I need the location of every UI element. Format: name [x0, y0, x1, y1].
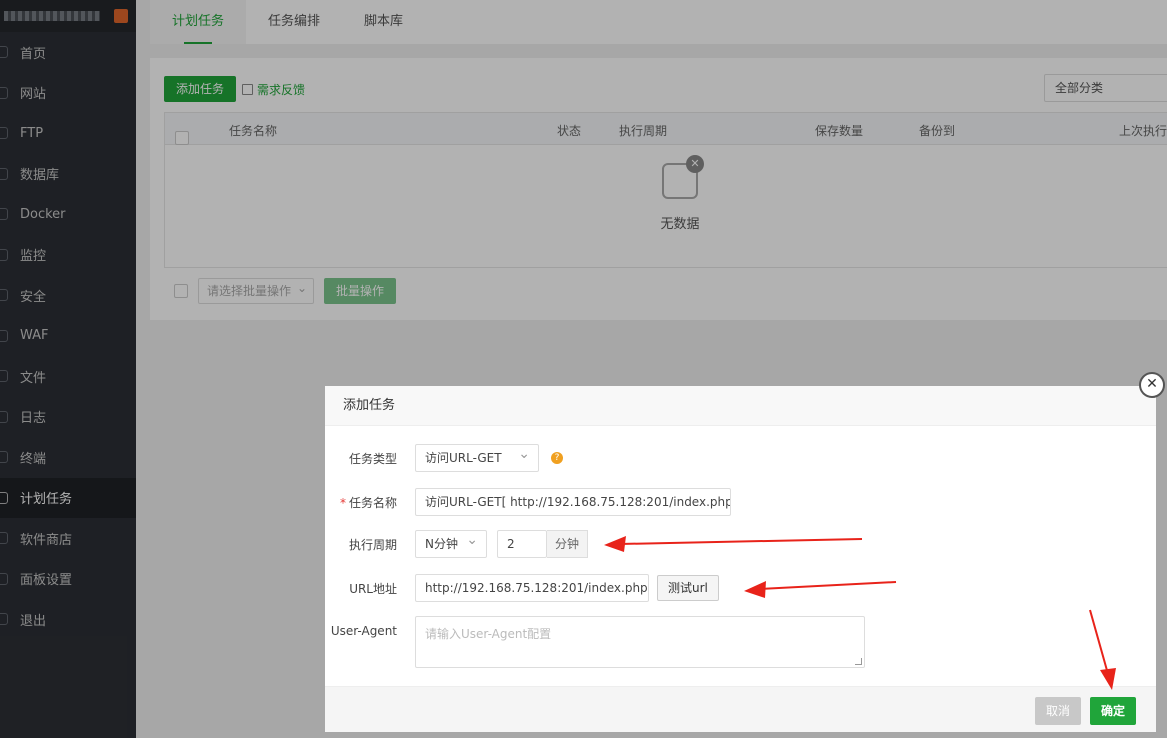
- url-label: URL地址: [349, 581, 397, 596]
- required-mark: *: [339, 495, 346, 510]
- period-unit: 分钟: [547, 530, 589, 558]
- close-icon[interactable]: ✕: [1139, 372, 1165, 398]
- add-task-dialog: 添加任务 ✕ 任务类型 访问URL-GET ? *任务名称 访问URL-GET[…: [325, 372, 1165, 732]
- cancel-button[interactable]: 取消: [1035, 697, 1082, 725]
- help-icon[interactable]: ?: [551, 452, 563, 464]
- task-type-label: 任务类型: [348, 451, 397, 466]
- row-period: 执行周期 N分钟 2 分钟: [325, 530, 589, 558]
- dialog-footer: 取消 确定: [325, 686, 1156, 732]
- row-user-agent: User-Agent 请输入User-Agent配置: [325, 616, 865, 668]
- task-name-label: * 任务名称: [339, 495, 397, 510]
- annotation-arrow-url: [744, 581, 897, 598]
- period-label: 执行周期: [348, 537, 397, 552]
- task-type-select[interactable]: 访问URL-GET: [415, 444, 539, 472]
- test-url-button[interactable]: 测试url: [657, 575, 719, 601]
- dialog-title: 添加任务: [325, 386, 1156, 426]
- url-input[interactable]: http://192.168.75.128:201/index.php?i=1&: [415, 574, 649, 602]
- task-name-input[interactable]: 访问URL-GET[ http://192.168.75.128:201/ind…: [415, 488, 731, 516]
- user-agent-textarea[interactable]: 请输入User-Agent配置: [415, 616, 865, 668]
- annotation-arrow-confirm: [1089, 609, 1116, 690]
- user-agent-label: User-Agent: [330, 624, 397, 638]
- annotation-arrow-period: [604, 536, 863, 552]
- period-select[interactable]: N分钟: [415, 530, 487, 558]
- row-task-name: * 任务名称 访问URL-GET[ http://192.168.75.128:2…: [325, 488, 731, 516]
- row-url: URL地址 http://192.168.75.128:201/index.ph…: [325, 574, 719, 602]
- row-task-type: 任务类型 访问URL-GET ?: [325, 444, 563, 472]
- confirm-button[interactable]: 确定: [1090, 697, 1137, 725]
- period-number-input[interactable]: 2: [497, 530, 547, 558]
